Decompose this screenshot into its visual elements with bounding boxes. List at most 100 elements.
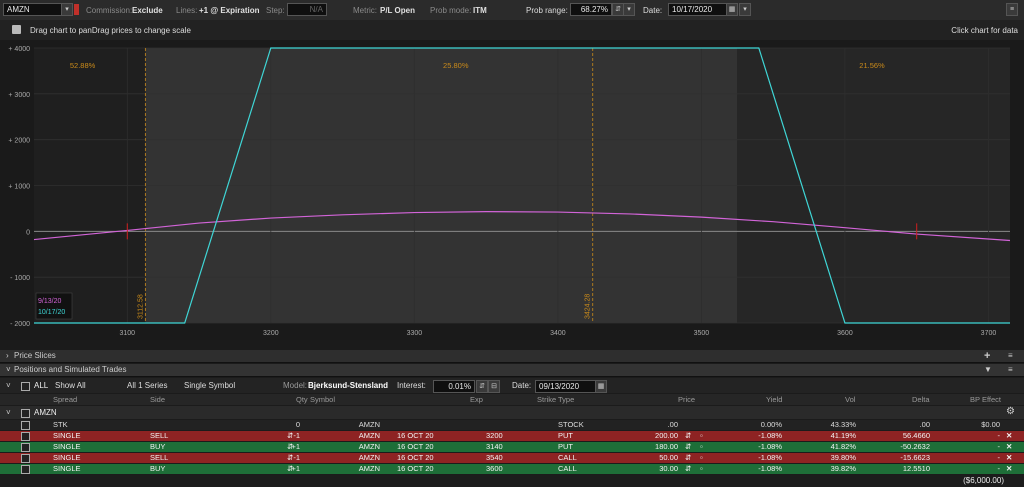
lock-icon[interactable]: ▫	[700, 431, 703, 441]
date-dropdown-button[interactable]: ▾	[739, 3, 751, 16]
risk-profile-chart[interactable]: 3112.58 3424.28 52.88% 25.80% 21.56% + 4000 + …	[0, 40, 1024, 340]
cell-strike: 3200	[486, 431, 503, 440]
sim-calendar-icon[interactable]: ▦	[595, 380, 607, 393]
step-input[interactable]: N/A	[287, 3, 327, 16]
chart-area[interactable]: 3112.58 3424.28 52.88% 25.80% 21.56% + 4000 + …	[0, 40, 1024, 340]
cell-yield: -1.08%	[758, 431, 782, 440]
col-type[interactable]: Type	[558, 394, 574, 405]
menu-icon[interactable]: ≡	[1006, 3, 1018, 16]
calendar-icon[interactable]: ▦	[726, 3, 738, 16]
remove-row-icon[interactable]: ✕	[1006, 453, 1012, 463]
probrange-input[interactable]: 68.27%	[570, 3, 612, 16]
lock-icon[interactable]: ▫	[700, 453, 703, 463]
filter-icon[interactable]: ▼	[984, 364, 992, 376]
show-all-select[interactable]: Show All	[55, 381, 86, 390]
symbol-input[interactable]: AMZN	[3, 3, 63, 16]
table-row[interactable]: STK 0 AMZN STOCK .00 0.00% 43.33% .00 $0.00	[0, 420, 1024, 430]
cell-delta: 56.4660	[902, 431, 930, 440]
lines-value[interactable]: +1 @ Expiration	[199, 6, 259, 15]
col-yield[interactable]: Yield	[766, 394, 782, 405]
group-settings-icon[interactable]: ⚙	[1006, 406, 1015, 417]
qty-stepper-icon[interactable]: ⇵	[287, 453, 293, 463]
price-slices-header[interactable]: › Price Slices + ≡	[0, 350, 1024, 363]
cell-bp-effect: -	[997, 453, 1001, 462]
row-checkbox[interactable]	[21, 443, 30, 452]
cell-bp-effect: -	[997, 442, 1001, 451]
cell-exp: 16 OCT 20	[397, 431, 434, 440]
price-stepper-icon[interactable]: ⇵	[685, 453, 691, 463]
row-checkbox[interactable]	[21, 454, 30, 463]
model-select[interactable]: Bjerksund-Stensland	[308, 381, 388, 390]
col-vol[interactable]: Vol	[845, 394, 855, 405]
col-delta[interactable]: Delta	[912, 394, 930, 405]
collapse-icon[interactable]: ˅	[6, 364, 11, 376]
qty-stepper-icon[interactable]: ⇵	[287, 431, 293, 441]
qty-stepper-icon[interactable]: ⇵	[287, 464, 293, 474]
sim-date-input[interactable]: 09/13/2020	[535, 380, 597, 393]
table-row[interactable]: SINGLE SELL -1 AMZN 16 OCT 20 3540 CALL 50.00 -1…	[0, 453, 1024, 463]
row-checkbox[interactable]	[21, 421, 30, 430]
lock-icon[interactable]: ▫	[700, 442, 703, 452]
probmode-value[interactable]: ITM	[473, 6, 487, 15]
all-series-select[interactable]: All 1 Series	[127, 381, 167, 390]
group-checkbox[interactable]	[21, 409, 30, 418]
row-checkbox[interactable]	[21, 432, 30, 441]
interest-input[interactable]: 0.01%	[433, 380, 475, 393]
x-tick-label: 3400	[550, 330, 566, 337]
probability-line-label: 3112.58	[137, 294, 144, 319]
cell-bp-effect: $0.00	[981, 420, 1000, 429]
row-checkbox[interactable]	[21, 465, 30, 474]
date-input[interactable]: 10/17/2020	[668, 3, 730, 16]
y-tick-label: - 1000	[10, 275, 30, 282]
price-stepper-icon[interactable]: ⇵	[685, 431, 691, 441]
cell-symbol: AMZN	[358, 442, 380, 451]
cell-vol: 39.82%	[830, 464, 856, 473]
cell-side: SELL	[150, 453, 169, 462]
chart-icon[interactable]	[12, 25, 21, 34]
add-icon[interactable]: +	[984, 350, 990, 362]
table-row[interactable]: SINGLE BUY +1 AMZN 16 OCT 20 3140 PUT 180.00 -1.…	[0, 442, 1024, 452]
price-slices-menu-icon[interactable]: ≡	[1008, 350, 1013, 362]
cell-type: STOCK	[558, 420, 584, 429]
col-spread[interactable]: Spread	[53, 394, 77, 405]
probrange-dropdown-button[interactable]: ▾	[623, 3, 635, 16]
interest-stepper[interactable]: ⇵	[476, 380, 488, 393]
all-checkbox[interactable]	[21, 382, 30, 391]
commission-value[interactable]: Exclude	[132, 6, 163, 15]
metric-value[interactable]: P/L Open	[380, 6, 415, 15]
table-row[interactable]: SINGLE BUY +1 AMZN 16 OCT 20 3600 CALL 30.00 -1.…	[0, 464, 1024, 474]
click-hint: Click chart for data	[951, 26, 1018, 35]
legend-entry: 9/13/20	[38, 298, 61, 305]
qty-stepper-icon[interactable]: ⇵	[287, 442, 293, 452]
col-bp-effect[interactable]: BP Effect	[970, 394, 1001, 405]
cell-spread: SINGLE	[53, 442, 81, 451]
interest-lock-icon[interactable]: ⊟	[488, 380, 500, 393]
cell-bp-effect: -	[997, 431, 1001, 440]
col-side[interactable]: Side	[150, 394, 165, 405]
col-strike[interactable]: Strike	[537, 394, 556, 405]
color-indicator-icon[interactable]	[74, 4, 79, 15]
positions-header[interactable]: ˅ Positions and Simulated Trades ▼ ≡	[0, 364, 1024, 377]
price-stepper-icon[interactable]: ⇵	[685, 442, 691, 452]
single-symbol-select[interactable]: Single Symbol	[184, 381, 235, 390]
col-qty[interactable]: Qty	[296, 394, 308, 405]
positions-menu-icon[interactable]: ≡	[1008, 364, 1013, 376]
price-stepper-icon[interactable]: ⇵	[685, 464, 691, 474]
cell-vol: 41.82%	[830, 442, 856, 451]
col-price[interactable]: Price	[678, 394, 695, 405]
all-label: ALL	[34, 381, 49, 390]
remove-row-icon[interactable]: ✕	[1006, 431, 1012, 441]
group-collapse-icon[interactable]: ˅	[6, 408, 11, 417]
lock-icon[interactable]: ▫	[700, 464, 703, 474]
remove-row-icon[interactable]: ✕	[1006, 442, 1012, 452]
table-row[interactable]: SINGLE SELL -1 AMZN 16 OCT 20 3200 PUT 200.00 -1…	[0, 431, 1024, 441]
expand-icon[interactable]: ›	[6, 350, 9, 362]
symbol-dropdown-button[interactable]: ▾	[61, 3, 73, 16]
group-row[interactable]: ˅ AMZN ⚙	[0, 406, 1024, 419]
y-tick-label: 0	[26, 229, 30, 236]
remove-row-icon[interactable]: ✕	[1006, 464, 1012, 474]
col-exp[interactable]: Exp	[470, 394, 483, 405]
drag-hint: Drag chart to panDrag prices to change s…	[30, 26, 191, 35]
col-symbol[interactable]: Symbol	[310, 394, 335, 405]
filter-collapse-icon[interactable]: ˅	[6, 381, 11, 390]
